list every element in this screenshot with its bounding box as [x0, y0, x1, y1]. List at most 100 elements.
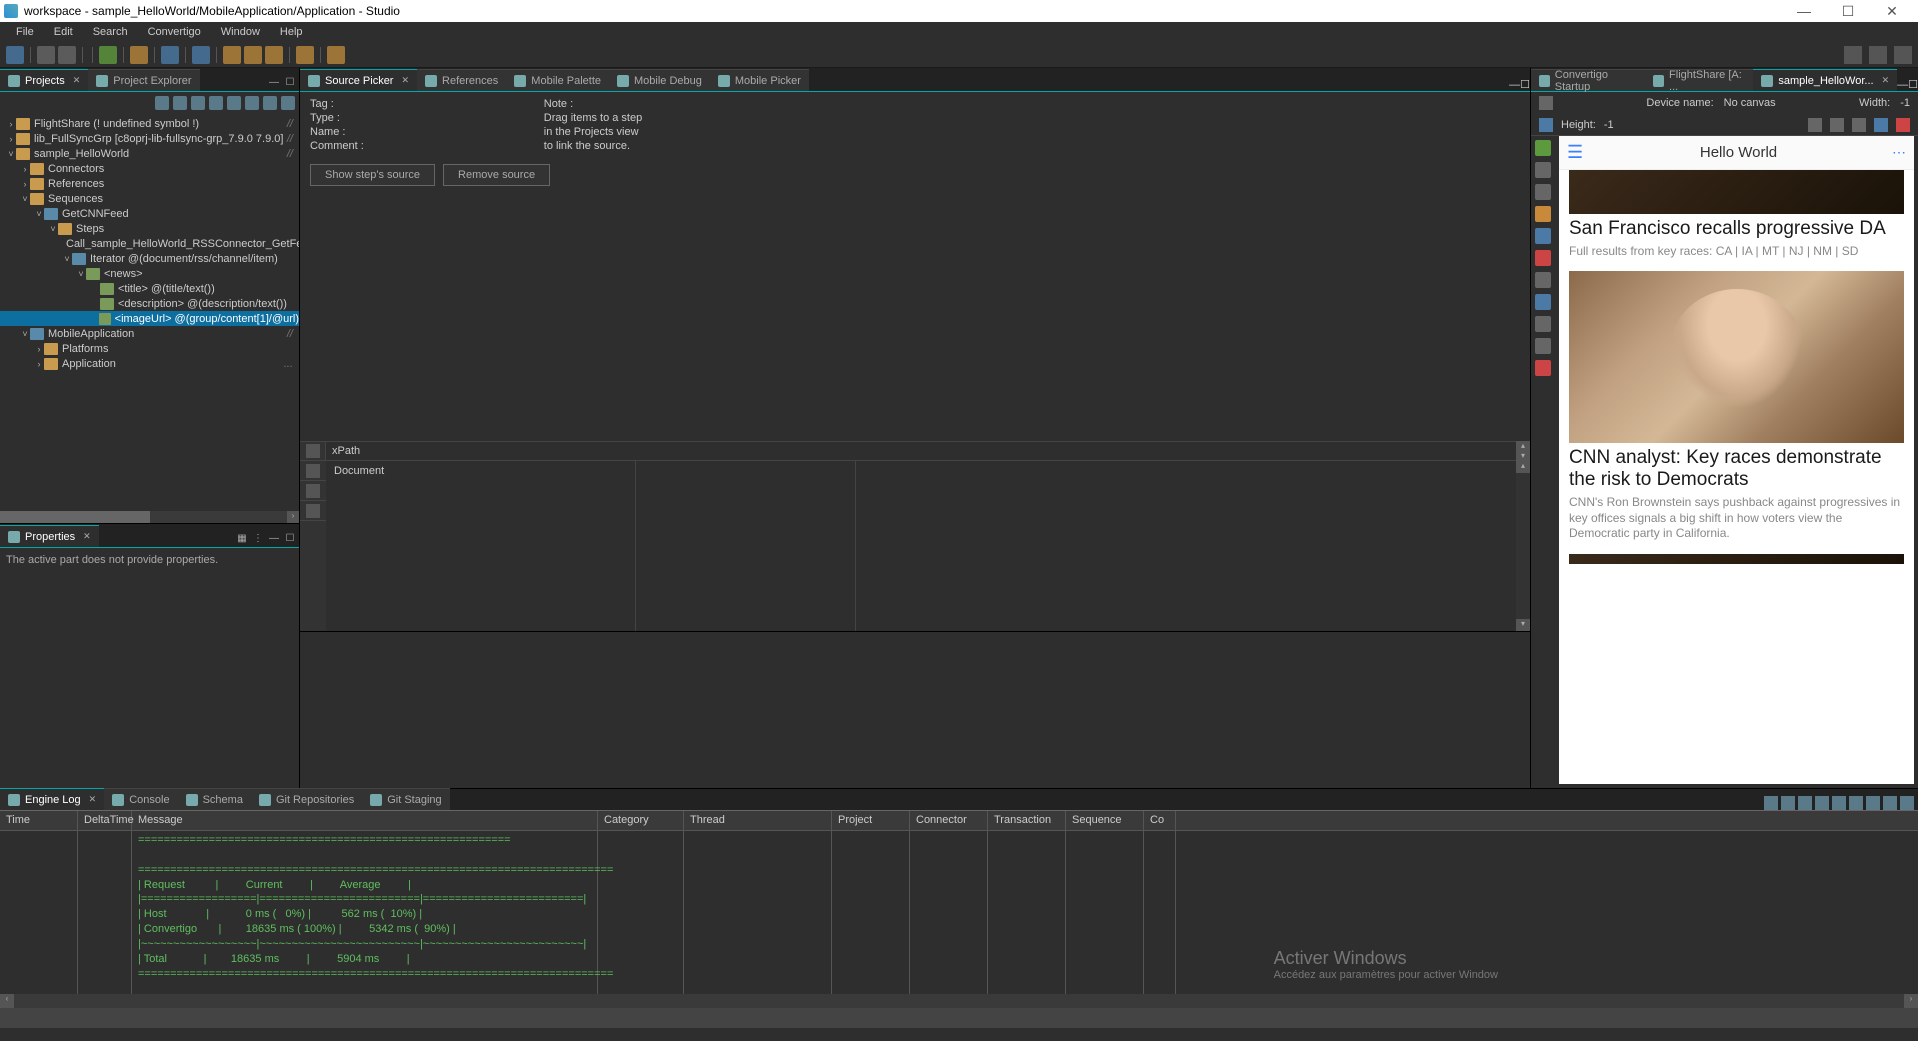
tree-row[interactable]: ›Application...	[0, 356, 299, 371]
prop-menu-icon[interactable]: ⋮	[251, 533, 265, 547]
log-column-header[interactable]: Project	[832, 811, 910, 830]
menu-file[interactable]: File	[6, 26, 44, 38]
tree-row[interactable]: ˅GetCNNFeed	[0, 206, 299, 221]
log-body[interactable]: ========================================…	[0, 831, 1918, 994]
log-column-header[interactable]: DeltaTime	[78, 811, 132, 830]
tree-row[interactable]: <title> @(title/text())	[0, 281, 299, 296]
remove-source-button[interactable]: Remove source	[443, 164, 550, 186]
tab-engine-log[interactable]: Engine Log✕	[0, 788, 104, 810]
scroll-down-icon[interactable]: ▾	[1516, 451, 1530, 461]
more-icon[interactable]: ⋯	[1892, 144, 1906, 161]
log-column-header[interactable]: Thread	[684, 811, 832, 830]
log-menu-icon[interactable]	[1866, 796, 1880, 810]
twisty-icon[interactable]: ˅	[20, 329, 30, 339]
scroll-thumb[interactable]	[0, 511, 150, 523]
tab-git-repositories[interactable]: Git Repositories	[251, 788, 362, 810]
tree-row[interactable]: ›Connectors	[0, 161, 299, 176]
menu-dropdown-icon[interactable]	[281, 96, 295, 110]
tool-a-icon[interactable]	[161, 46, 179, 64]
undo-icon[interactable]	[265, 46, 283, 64]
close-window-button[interactable]: ✕	[1870, 3, 1914, 20]
tool-b-icon[interactable]	[192, 46, 210, 64]
log-column-header[interactable]: Time	[0, 811, 78, 830]
maximize-view-icon[interactable]: ☐	[1908, 78, 1918, 91]
xpath-forward-icon[interactable]	[306, 444, 320, 458]
menu-help[interactable]: Help	[270, 26, 313, 38]
save-device-icon[interactable]	[1874, 118, 1888, 132]
search-toolbar-icon[interactable]	[1844, 46, 1862, 64]
decrement-icon[interactable]	[245, 96, 259, 110]
tab-properties[interactable]: Properties ✕	[0, 525, 99, 547]
scroll-up-icon[interactable]: ▴	[1516, 441, 1530, 451]
prop-tool-a-icon[interactable]: ▦	[235, 533, 249, 547]
refresh-icon[interactable]	[209, 96, 223, 110]
scroll-right-icon[interactable]: ›	[1904, 994, 1918, 1008]
log-column-header[interactable]: Transaction	[988, 811, 1066, 830]
menu-edit[interactable]: Edit	[44, 26, 83, 38]
log-column-header[interactable]: Message	[132, 811, 598, 830]
minimize-view-icon[interactable]: —	[267, 77, 281, 91]
side-icon-10[interactable]	[1535, 338, 1551, 354]
log-tool-1-icon[interactable]	[1764, 796, 1778, 810]
perspective-switch-icon[interactable]	[1894, 46, 1912, 64]
side-icon-1[interactable]	[1535, 140, 1551, 156]
side-icon-7[interactable]	[1535, 272, 1551, 288]
xpath-input[interactable]	[366, 442, 1516, 460]
tree-row[interactable]: ˅MobileApplication//	[0, 326, 299, 341]
perspective-icon[interactable]	[1869, 46, 1887, 64]
zoom-in-icon[interactable]	[1852, 118, 1866, 132]
tab-mobile-picker[interactable]: Mobile Picker	[710, 69, 809, 91]
close-tab-icon[interactable]: ✕	[89, 794, 97, 805]
side-icon-8[interactable]	[1535, 294, 1551, 310]
side-icon-2[interactable]	[1535, 162, 1551, 178]
close-tab-icon[interactable]: ✕	[83, 531, 91, 542]
tree-row[interactable]: <description> @(description/text())	[0, 296, 299, 311]
increment-icon[interactable]	[263, 96, 277, 110]
twisty-icon[interactable]: ˅	[76, 269, 86, 279]
news-title[interactable]: San Francisco recalls progressive DA	[1569, 218, 1904, 240]
twisty-icon[interactable]: ˅	[34, 209, 44, 219]
twisty-icon[interactable]: ˅	[20, 194, 30, 204]
side-icon-4[interactable]	[1535, 206, 1551, 222]
nav-down-icon[interactable]	[306, 484, 320, 498]
hamburger-icon[interactable]: ☰	[1567, 142, 1585, 163]
tree-row[interactable]: ›Platforms	[0, 341, 299, 356]
remove-device-icon[interactable]	[1896, 118, 1910, 132]
back-icon[interactable]	[244, 46, 262, 64]
twisty-icon[interactable]: ›	[34, 344, 44, 354]
tree-row[interactable]: <imageUrl> @(group/content[1]/@url)	[0, 311, 299, 326]
menu-window[interactable]: Window	[211, 26, 270, 38]
height-value[interactable]: -1	[1604, 119, 1614, 131]
log-column-header[interactable]: Sequence	[1066, 811, 1144, 830]
menu-search[interactable]: Search	[83, 26, 138, 38]
maximize-view-icon[interactable]	[1900, 796, 1914, 810]
side-icon-5[interactable]	[1535, 228, 1551, 244]
side-icon-9[interactable]	[1535, 316, 1551, 332]
tree-row[interactable]: ›lib_FullSyncGrp [c8oprj-lib-fullsync-gr…	[0, 131, 299, 146]
show-step-source-button[interactable]: Show step's source	[310, 164, 435, 186]
search-tree-icon[interactable]	[155, 96, 169, 110]
nav-anchor-icon[interactable]	[306, 504, 320, 518]
scroll-left-icon[interactable]: ‹	[0, 994, 14, 1008]
twisty-icon[interactable]: ˅	[48, 224, 58, 234]
tree-row[interactable]: ›FlightShare (! undefined symbol !)//	[0, 116, 299, 131]
tree-hscroll[interactable]: ‹ ›	[0, 511, 299, 523]
box-icon[interactable]	[327, 46, 345, 64]
tree-row[interactable]: ˅Sequences	[0, 191, 299, 206]
twisty-icon[interactable]: ›	[6, 119, 16, 129]
tab-mobile-palette[interactable]: Mobile Palette	[506, 69, 609, 91]
device-name-value[interactable]: No canvas	[1724, 97, 1776, 109]
log-tool-5-icon[interactable]	[1832, 796, 1846, 810]
tab-projects[interactable]: Projects ✕	[0, 69, 88, 91]
close-tab-icon[interactable]: ✕	[401, 75, 409, 86]
width-value[interactable]: -1	[1900, 97, 1910, 109]
minimize-view-icon[interactable]: —	[1897, 79, 1908, 91]
tab-source-picker[interactable]: Source Picker ✕	[300, 69, 417, 91]
twisty-icon[interactable]: ˅	[62, 254, 72, 264]
projects-tree[interactable]: ›FlightShare (! undefined symbol !)//›li…	[0, 114, 299, 511]
tree-row[interactable]: ˅<news>	[0, 266, 299, 281]
tab-git-staging[interactable]: Git Staging	[362, 788, 449, 810]
log-hscroll[interactable]: ‹ ›	[0, 994, 1918, 1008]
tab-mobile-debug[interactable]: Mobile Debug	[609, 69, 710, 91]
side-icon-11[interactable]	[1535, 360, 1551, 376]
